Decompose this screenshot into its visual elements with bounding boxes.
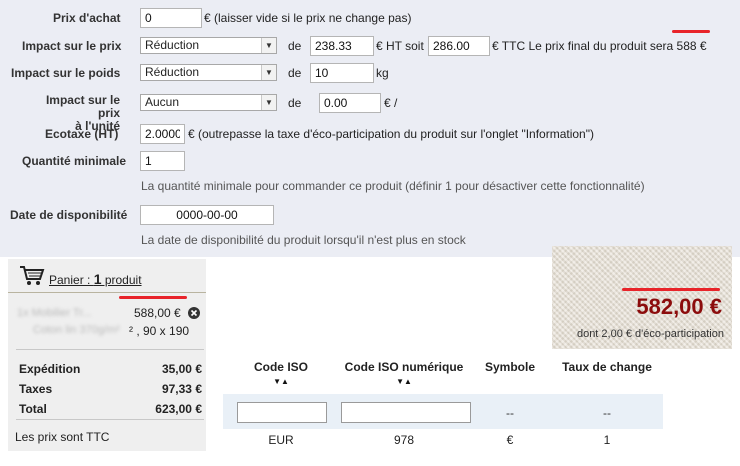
cell-iso-code: EUR [268, 433, 294, 447]
column-header-iso-code[interactable]: Code ISO [223, 360, 339, 374]
price-impact-ttc-text: € TTC Le prix final du produit sera 588 … [492, 39, 707, 53]
product-price-box: 582,00 € dont 2,00 € d'éco-participation [552, 246, 732, 349]
price-impact-select[interactable]: Réduction ▼ [140, 37, 277, 54]
unit-price-impact-select[interactable]: Aucun ▼ [140, 94, 277, 111]
min-qty-label: Quantité minimale [22, 154, 127, 168]
filter-rate-placeholder: -- [603, 406, 611, 420]
cart-item-size: ² , 90 x 190 [129, 324, 190, 338]
unit-price-impact-label-line1: Impact sur le prix [45, 93, 120, 120]
weight-impact-select-value: Réduction [145, 65, 200, 79]
cart-item-price: 588,00 € [134, 306, 181, 320]
shipping-label: Expédition [19, 362, 81, 376]
min-qty-input[interactable] [140, 151, 185, 171]
filter-iso-code-input[interactable] [237, 402, 327, 423]
dropdown-arrow-icon: ▼ [261, 95, 276, 110]
currency-table: Code ISO Code ISO numérique Symbole Taux… [223, 351, 663, 463]
cell-exchange-rate: 1 [603, 433, 611, 447]
sort-arrows-icon[interactable]: ▼▲ [339, 377, 469, 386]
cart-count: 1 [93, 271, 102, 287]
divider [16, 349, 204, 350]
column-header-iso-numeric[interactable]: Code ISO numérique [339, 360, 469, 374]
highlight-underline [672, 30, 710, 33]
ecotax-note: € (outrepasse la taxe d'éco-participatio… [188, 127, 594, 141]
price-impact-ht-text: € HT soit [376, 39, 424, 53]
filter-iso-numeric-input[interactable] [341, 402, 471, 423]
dropdown-arrow-icon: ▼ [261, 65, 276, 80]
total-label: Total [19, 402, 47, 416]
price-impact-ht-input[interactable] [310, 36, 374, 56]
price-impact-de: de [288, 39, 302, 53]
unit-price-impact-select-value: Aucun [145, 95, 180, 109]
weight-unit: kg [376, 66, 389, 80]
weight-impact-select[interactable]: Réduction ▼ [140, 64, 277, 81]
product-combination-form: Prix d'achat € (laisser vide si le prix … [0, 0, 740, 257]
cart-item-name: 1x Mobilier Tr... [17, 307, 92, 319]
cart-title-link[interactable]: Panier : 1 produit [49, 271, 142, 287]
ecotax-label: Ecotaxe (HT) [45, 127, 119, 141]
purchase-price-input[interactable] [140, 8, 202, 28]
cart-item-desc: Coton lin 370g/m² [33, 324, 120, 336]
availability-label: Date de disponibilité [10, 208, 128, 222]
purchase-price-note: € (laisser vide si le prix ne change pas… [204, 11, 412, 25]
cart-title-prefix: Panier : [49, 273, 94, 287]
shipping-row: Expédition 35,00 € [19, 362, 202, 376]
availability-date-input[interactable] [140, 205, 274, 225]
filter-symbol-placeholder: -- [506, 406, 514, 420]
cart-title-suffix: produit [101, 273, 142, 287]
weight-impact-label: Impact sur le poids [11, 66, 121, 80]
cart-block: Panier : 1 produit 1x Mobilier Tr... 588… [8, 259, 206, 451]
divider [16, 419, 204, 420]
dropdown-arrow-icon: ▼ [261, 38, 276, 53]
cell-iso-numeric: 978 [393, 433, 415, 447]
min-qty-hint: La quantité minimale pour commander ce p… [141, 179, 645, 193]
highlight-underline [622, 288, 720, 291]
shipping-value: 35,00 € [161, 362, 202, 376]
cart-ttc-note: Les prix sont TTC [15, 430, 110, 444]
highlight-underline [119, 296, 187, 299]
total-row: Total 623,00 € [19, 402, 202, 416]
taxes-label: Taxes [19, 382, 53, 396]
cart-header: Panier : 1 produit [8, 259, 206, 293]
column-header-symbol[interactable]: Symbole [469, 360, 551, 374]
price-impact-label: Impact sur le prix [22, 39, 122, 53]
price-impact-select-value: Réduction [145, 38, 200, 52]
unit-price-impact-unit: € / [384, 96, 398, 110]
taxes-value: 97,33 € [161, 382, 202, 396]
filter-row: -- -- [223, 394, 663, 429]
sort-arrows-icon[interactable]: ▼▲ [223, 377, 339, 386]
eco-participation-note: dont 2,00 € d'éco-participation [576, 328, 724, 340]
shopping-cart-icon [20, 266, 45, 285]
unit-price-impact-input[interactable] [319, 93, 381, 113]
price-impact-ttc-input[interactable] [428, 36, 490, 56]
unit-price-impact-de: de [288, 96, 302, 110]
remove-item-icon[interactable] [188, 307, 200, 319]
ecotax-input[interactable] [140, 124, 185, 144]
weight-impact-de: de [288, 66, 302, 80]
product-price: 582,00 € [636, 294, 722, 319]
column-header-exchange-rate[interactable]: Taux de change [551, 360, 663, 374]
taxes-row: Taxes 97,33 € [19, 382, 202, 396]
availability-hint: La date de disponibilité du produit lors… [141, 233, 466, 247]
total-value: 623,00 € [155, 402, 202, 416]
purchase-price-label: Prix d'achat [53, 11, 121, 25]
cell-symbol: € [506, 433, 514, 447]
weight-impact-input[interactable] [310, 63, 374, 83]
